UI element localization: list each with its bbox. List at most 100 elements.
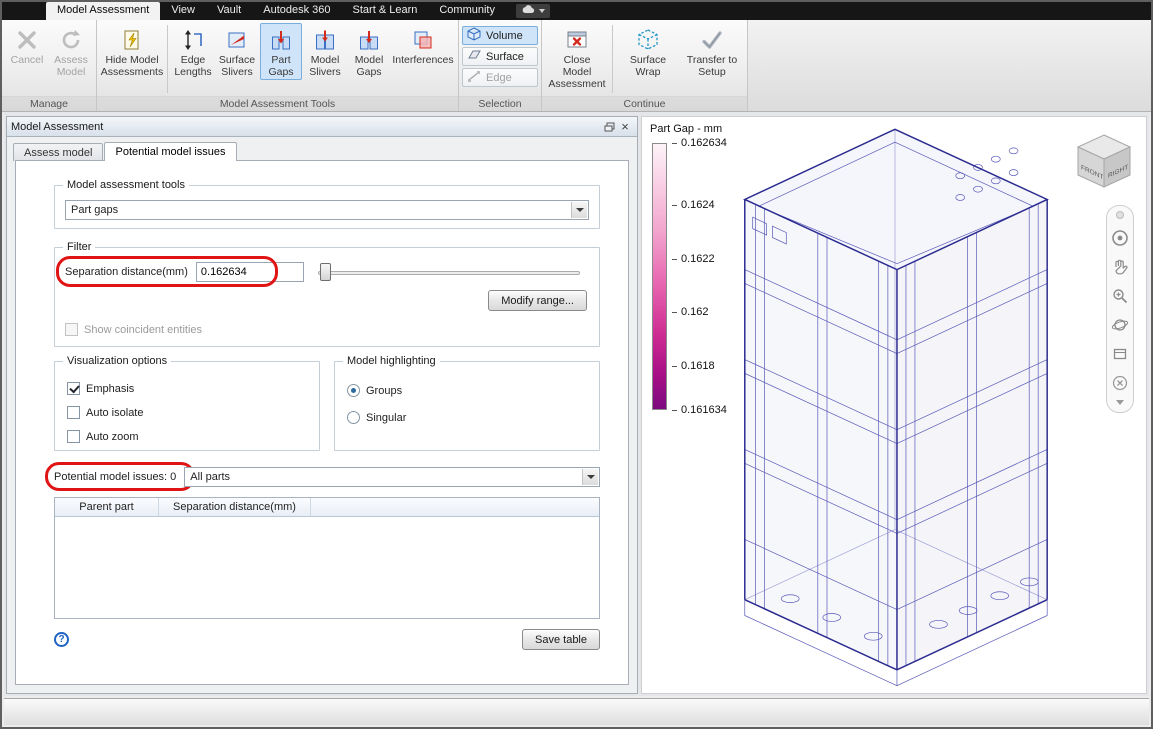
menu-tab-vault[interactable]: Vault [206, 2, 252, 20]
auto-isolate-checkbox[interactable] [67, 406, 80, 419]
interferences-icon [410, 27, 436, 53]
potential-model-issues-count: Potential model issues: 0 [54, 471, 177, 483]
selection-edge-button[interactable]: Edge [462, 68, 538, 87]
surface-label: Surface [486, 50, 524, 63]
assess-model-icon [58, 27, 84, 53]
column-header-separation-distance[interactable]: Separation distance(mm) [159, 498, 311, 516]
transfer-to-setup-label: Transfer to Setup [686, 54, 738, 79]
slider-thumb[interactable] [319, 263, 331, 281]
part-gaps-icon [268, 27, 294, 53]
menu-tab-model-assessment[interactable]: Model Assessment [46, 2, 161, 20]
close-navbar-icon[interactable] [1110, 373, 1130, 393]
model-gaps-icon [356, 27, 382, 53]
separation-distance-label: Separation distance(mm) [65, 266, 188, 278]
surface-slivers-button[interactable]: Surface Slivers [216, 23, 258, 80]
hide-model-assessments-icon [119, 27, 145, 53]
transfer-to-setup-button[interactable]: Transfer to Setup [681, 23, 743, 80]
menu-bar: Model Assessment View Vault Autodesk 360… [2, 2, 1151, 20]
slider-track[interactable] [317, 271, 580, 275]
filter-groupbox: Filter Separation distance(mm) Modify ra… [54, 241, 600, 347]
full-navigation-wheel-icon[interactable] [1110, 228, 1130, 248]
column-header-parent-part[interactable]: Parent part [55, 498, 159, 516]
show-coincident-entities-label: Show coincident entities [84, 323, 203, 336]
cancel-button[interactable]: Cancel [6, 23, 48, 68]
surface-wrap-label: Surface Wrap [629, 54, 667, 79]
navbar-grip[interactable] [1116, 211, 1124, 219]
ribbon-separator [167, 25, 168, 93]
help-icon[interactable]: ? [54, 632, 69, 647]
auto-zoom-checkbox[interactable] [67, 430, 80, 443]
chevron-down-icon [538, 9, 545, 16]
view-cube[interactable]: FRONT RIGHT [1072, 129, 1136, 193]
dropdown-caret [582, 469, 598, 485]
cloud-icon [521, 5, 535, 17]
surface-wrap-button[interactable]: Surface Wrap [617, 23, 679, 80]
cloud-sync-button[interactable] [515, 4, 550, 18]
panel-title: Model Assessment [11, 120, 104, 133]
surface-wrap-icon [635, 27, 661, 53]
viewport-3d[interactable]: Part Gap - mm 0.162634 0.1624 0.1622 0.1… [641, 116, 1147, 694]
visualization-options-label: Visualization options [63, 355, 172, 367]
selection-volume-button[interactable]: Volume [462, 26, 538, 45]
model-assessment-panel: Model Assessment × Assess model Potentia… [6, 116, 638, 694]
legend-tick: 0.161634 [681, 404, 727, 416]
edge-icon [467, 69, 481, 86]
legend-gradient-bar [652, 143, 667, 410]
assessment-tool-dropdown[interactable]: Part gaps [65, 200, 589, 220]
singular-radio-row: Singular [347, 411, 587, 424]
float-panel-icon[interactable] [601, 120, 617, 134]
close-model-assessment-button[interactable]: Close Model Assessment [546, 23, 608, 92]
model-slivers-button[interactable]: Model Slivers [304, 23, 346, 80]
pan-hand-icon[interactable] [1110, 257, 1130, 277]
part-gaps-button[interactable]: Part Gaps [260, 23, 302, 81]
edge-lengths-button[interactable]: Edge Lengths [172, 23, 214, 80]
selection-surface-button[interactable]: Surface [462, 47, 538, 66]
model-assessment-tools-groupbox: Model assessment tools Part gaps [54, 179, 600, 229]
menu-tab-start-learn[interactable]: Start & Learn [342, 2, 429, 20]
orbit-icon[interactable] [1110, 315, 1130, 335]
issues-filter-dropdown[interactable]: All parts [184, 467, 600, 487]
interferences-button[interactable]: Interferences [392, 23, 454, 68]
legend-tick: 0.1622 [681, 253, 715, 265]
app-window: Model Assessment View Vault Autodesk 360… [0, 0, 1153, 729]
ribbon-group-label-selection: Selection [459, 96, 541, 111]
modify-range-button[interactable]: Modify range... [488, 290, 587, 311]
part-gaps-label: Part Gaps [268, 54, 294, 79]
close-panel-icon[interactable]: × [617, 119, 633, 134]
singular-radio[interactable] [347, 411, 360, 424]
tab-potential-model-issues[interactable]: Potential model issues [104, 142, 237, 161]
legend-tick: 0.162634 [681, 137, 727, 149]
tab-assess-model[interactable]: Assess model [13, 143, 104, 161]
model-highlighting-groupbox: Model highlighting Groups Singular [334, 355, 600, 451]
legend-title: Part Gap - mm [650, 123, 723, 135]
auto-zoom-checkbox-row: Auto zoom [67, 430, 307, 443]
cancel-icon [14, 27, 40, 53]
groups-radio[interactable] [347, 384, 360, 397]
separation-distance-input[interactable] [195, 262, 304, 282]
column-header-empty [311, 498, 599, 516]
groups-label: Groups [366, 384, 403, 397]
save-table-button[interactable]: Save table [522, 629, 600, 650]
navbar-chevron-icon[interactable] [1116, 400, 1124, 409]
zoom-icon[interactable] [1110, 286, 1130, 306]
emphasis-checkbox[interactable] [67, 382, 80, 395]
ribbon-group-model-assessment-tools: Hide Model Assessments Edge Lengths Surf… [97, 20, 459, 111]
separation-distance-slider[interactable] [317, 262, 580, 282]
filter-label: Filter [63, 241, 96, 253]
interferences-label: Interferences [392, 54, 454, 66]
menu-tab-view[interactable]: View [160, 2, 206, 20]
singular-label: Singular [366, 411, 407, 424]
show-coincident-entities-checkbox[interactable] [65, 323, 78, 336]
menu-tab-community[interactable]: Community [428, 2, 506, 20]
assess-model-button[interactable]: Assess Model [50, 23, 92, 80]
model-slivers-label: Model Slivers [309, 54, 341, 79]
model-gaps-button[interactable]: Model Gaps [348, 23, 390, 80]
close-model-assessment-label: Close Model Assessment [548, 54, 606, 91]
assessment-tool-value: Part gaps [71, 204, 119, 216]
hide-model-assessments-button[interactable]: Hide Model Assessments [101, 23, 163, 80]
groups-radio-row: Groups [347, 384, 587, 397]
look-at-icon[interactable] [1110, 344, 1130, 364]
ribbon: Cancel Assess Model Manage Hide Model As… [2, 20, 1151, 112]
panel-content: Model assessment tools Part gaps Filter … [15, 160, 629, 685]
menu-tab-autodesk-360[interactable]: Autodesk 360 [252, 2, 341, 20]
